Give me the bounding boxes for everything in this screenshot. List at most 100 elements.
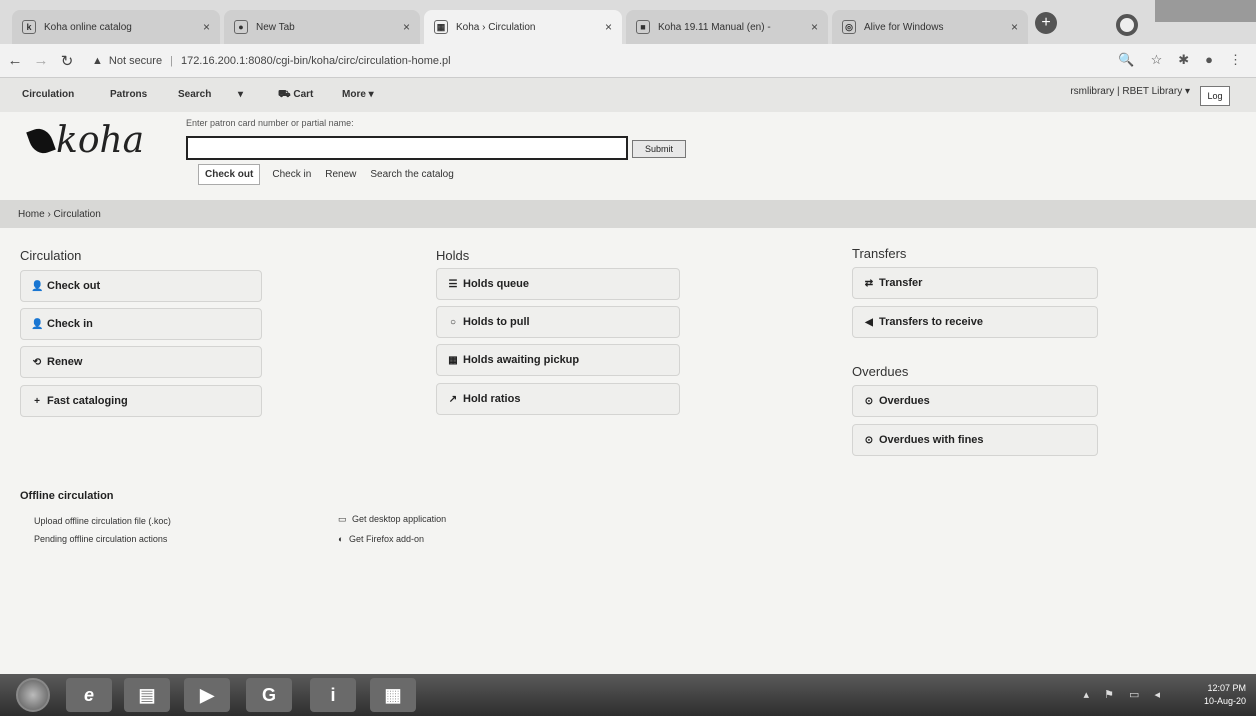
overdues-with-fines-button[interactable]: ⊙ Overdues with fines	[852, 424, 1098, 456]
start-button[interactable]	[16, 678, 50, 712]
breadcrumb[interactable]: Home › Circulation	[18, 209, 101, 220]
fast-cataloging-label: Fast cataloging	[47, 395, 128, 407]
submit-button[interactable]: Submit	[632, 140, 686, 158]
check-in-label: Check in	[47, 318, 93, 330]
manual-tab-icon: ■	[636, 20, 650, 34]
window-controls[interactable]	[1155, 0, 1256, 22]
hold-ratios-label: Hold ratios	[463, 393, 521, 405]
tab-search-catalog[interactable]: Search the catalog	[370, 169, 453, 180]
circle-icon: ○	[449, 316, 457, 328]
offline-circulation-heading: Offline circulation	[20, 490, 114, 502]
holds-to-pull-button[interactable]: ○ Holds to pull	[436, 306, 680, 338]
desktop-app-link[interactable]: ▭ Get desktop application	[338, 514, 446, 525]
forward-arrow-icon[interactable]: →	[30, 52, 52, 69]
hold-ratios-button[interactable]: ↗ Hold ratios	[436, 383, 680, 415]
nav-search-dropdown[interactable]: ▾	[238, 89, 243, 100]
koha-logo[interactable]: koha	[26, 120, 144, 161]
star-icon[interactable]: ☆	[1151, 52, 1163, 68]
zoom-icon[interactable]: 🔍	[1118, 52, 1134, 68]
logged-in-user[interactable]: rsmlibrary | RBET Library ▾	[1070, 86, 1190, 97]
patron-search-input[interactable]	[186, 136, 628, 160]
system-tray[interactable]: ▴ ⚑ ▭ ◂	[1084, 688, 1166, 701]
tab-koha-manual[interactable]: ■ Koha 19.11 Manual (en) - ×	[626, 10, 828, 44]
nav-circulation[interactable]: Circulation	[22, 89, 74, 100]
notepad-icon[interactable]: ▦	[370, 678, 416, 712]
clock-time: 12:07 PM	[1207, 683, 1246, 693]
renew-icon: ⟲	[32, 356, 42, 368]
extension-icon[interactable]: ✱	[1178, 52, 1189, 68]
transfer-label: Transfer	[879, 277, 923, 289]
firefox-icon: ◐	[338, 534, 344, 544]
tab-koha-circulation[interactable]: ▦ Koha › Circulation ×	[424, 10, 622, 44]
info-app-icon[interactable]: i	[310, 678, 356, 712]
nav-search[interactable]: Search	[178, 89, 211, 100]
tab-new-tab[interactable]: ● New Tab ×	[224, 10, 420, 44]
monitor-icon: ▭	[338, 514, 347, 524]
check-out-label: Check out	[47, 280, 101, 292]
overdues-with-fines-label: Overdues with fines	[879, 434, 984, 446]
tab-koha-catalog[interactable]: k Koha online catalog ×	[12, 10, 220, 44]
koha-top-nav: Circulation Patrons Search ▾ ⛟ Cart More…	[0, 78, 1256, 112]
holds-awaiting-pickup-button[interactable]: ▦ Holds awaiting pickup	[436, 344, 680, 376]
koha-leaf-icon	[26, 124, 56, 157]
profile-icon[interactable]: ●	[1205, 52, 1213, 68]
transfers-to-receive-button[interactable]: ◀ Transfers to receive	[852, 306, 1098, 338]
back-arrow-icon[interactable]: ←	[4, 52, 26, 69]
circulation-heading: Circulation	[20, 248, 82, 263]
check-out-button[interactable]: 👤 Check out	[20, 270, 262, 302]
address-bar-actions: 🔍 ☆ ✱ ● ⋮	[1118, 52, 1242, 68]
nav-cart[interactable]: ⛟ Cart	[278, 89, 313, 102]
close-icon[interactable]: ×	[203, 20, 210, 34]
list-icon: ☰	[448, 278, 458, 290]
calendar-icon: ▦	[448, 354, 458, 366]
holds-queue-button[interactable]: ☰ Holds queue	[436, 268, 680, 300]
fast-cataloging-button[interactable]: + Fast cataloging	[20, 385, 262, 417]
media-player-icon[interactable]: ▶	[184, 678, 230, 712]
pending-offline-actions-link[interactable]: Pending offline circulation actions	[34, 534, 167, 544]
nav-more[interactable]: More ▾	[342, 89, 374, 100]
tab-label: New Tab	[256, 21, 295, 33]
taskbar-clock[interactable]: 12:07 PM 10-Aug-20	[1204, 682, 1246, 708]
tab-renew[interactable]: Renew	[325, 169, 356, 180]
transfers-to-receive-label: Transfers to receive	[879, 316, 983, 328]
tab-label: Koha › Circulation	[456, 21, 536, 33]
firefox-addon-label: Get Firefox add-on	[348, 534, 424, 544]
close-icon[interactable]: ×	[1011, 20, 1018, 34]
tab-check-in[interactable]: Check in	[272, 169, 311, 180]
user-icon: 👤	[31, 280, 44, 292]
tab-check-out[interactable]: Check out	[198, 164, 261, 185]
plus-icon: +	[34, 395, 40, 407]
transfer-button[interactable]: ⇄ Transfer	[852, 267, 1098, 299]
chrome-icon[interactable]: G	[246, 678, 292, 712]
clock-icon: ⊙	[864, 395, 874, 407]
close-icon[interactable]: ×	[403, 20, 410, 34]
user-icon: 👤	[31, 318, 44, 330]
url-field[interactable]: ▲ Not secure | 172.16.200.1:8080/cgi-bin…	[92, 55, 451, 67]
url-divider: |	[170, 54, 173, 67]
chrome-tab-icon: ●	[234, 20, 248, 34]
renew-button[interactable]: ⟲ Renew	[20, 346, 262, 378]
patron-search-hint: Enter patron card number or partial name…	[186, 118, 354, 128]
renew-label: Renew	[47, 356, 83, 368]
close-icon[interactable]: ×	[605, 20, 612, 34]
profile-circle-icon[interactable]	[1116, 14, 1138, 36]
overdues-heading: Overdues	[852, 364, 909, 379]
tab-label: Koha 19.11 Manual (en) -	[658, 21, 771, 33]
upload-offline-file-link[interactable]: Upload offline circulation file (.koc)	[34, 516, 171, 526]
tab-alive-windows[interactable]: ◎ Alive for Windows ×	[832, 10, 1028, 44]
logout-button[interactable]: Log	[1200, 86, 1230, 106]
file-explorer-icon[interactable]: ▤	[124, 678, 170, 712]
close-icon[interactable]: ×	[811, 20, 818, 34]
receive-icon: ◀	[865, 316, 873, 328]
overdues-button[interactable]: ⊙ Overdues	[852, 385, 1098, 417]
transfer-icon: ⇄	[864, 277, 874, 289]
firefox-addon-link[interactable]: ◐ Get Firefox add-on	[338, 534, 424, 544]
reload-icon[interactable]: ↻	[56, 52, 78, 70]
transfers-heading: Transfers	[852, 246, 907, 261]
menu-dots-icon[interactable]: ⋮	[1229, 52, 1242, 68]
holds-queue-label: Holds queue	[463, 278, 530, 290]
internet-explorer-icon[interactable]: e	[66, 678, 112, 712]
new-tab-button[interactable]: +	[1035, 12, 1057, 34]
nav-patrons[interactable]: Patrons	[110, 89, 147, 100]
check-in-button[interactable]: 👤 Check in	[20, 308, 262, 340]
